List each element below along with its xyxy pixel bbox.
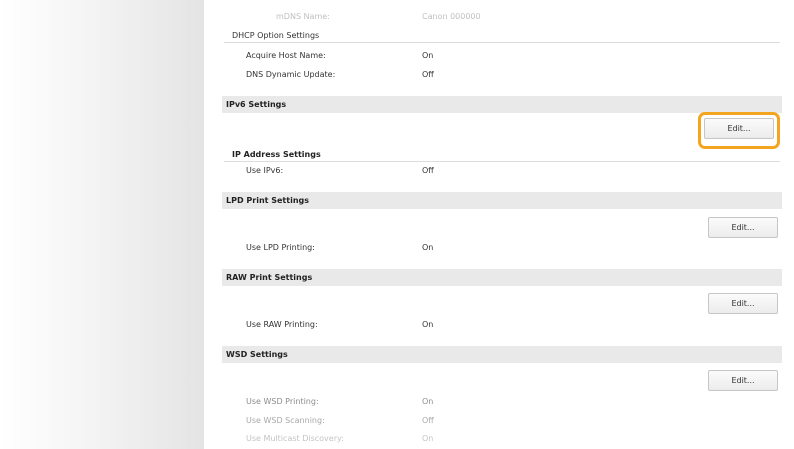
sidebar-panel — [0, 0, 204, 449]
use-raw-printing-value: On — [422, 320, 434, 329]
use-lpd-printing-value: On — [422, 243, 434, 252]
mdns-name-label: mDNS Name: — [276, 12, 330, 21]
acquire-host-name-value: On — [422, 51, 434, 60]
use-wsd-printing-label: Use WSD Printing: — [246, 397, 319, 406]
use-wsd-scanning-label: Use WSD Scanning: — [246, 416, 325, 425]
raw-print-settings-header: RAW Print Settings — [222, 269, 782, 286]
use-ipv6-label: Use IPv6: — [246, 166, 284, 175]
wsd-settings-header: WSD Settings — [222, 346, 782, 363]
use-wsd-printing-value: On — [422, 397, 434, 406]
dhcp-option-heading: DHCP Option Settings — [224, 29, 780, 43]
dns-dynamic-update-label: DNS Dynamic Update: — [246, 70, 336, 79]
ipv6-settings-header: IPv6 Settings — [222, 96, 782, 113]
raw-edit-button[interactable]: Edit... — [708, 293, 778, 314]
wsd-edit-button[interactable]: Edit... — [708, 370, 778, 391]
ipv6-edit-button[interactable]: Edit... — [704, 118, 774, 139]
dns-dynamic-update-value: Off — [422, 70, 434, 79]
lpd-print-settings-header: LPD Print Settings — [222, 192, 782, 209]
use-wsd-scanning-value: Off — [422, 416, 434, 425]
ip-address-settings-heading: IP Address Settings — [224, 148, 780, 162]
mdns-name-value: Canon 000000 — [422, 12, 481, 21]
use-ipv6-value: Off — [422, 166, 434, 175]
lpd-edit-button[interactable]: Edit... — [708, 217, 778, 238]
settings-main-panel: mDNS Name: Canon 000000 DHCP Option Sett… — [222, 0, 782, 449]
use-raw-printing-label: Use RAW Printing: — [246, 320, 318, 329]
use-multicast-discovery-value: On — [422, 434, 434, 443]
use-lpd-printing-label: Use LPD Printing: — [246, 243, 315, 252]
use-multicast-discovery-label: Use Multicast Discovery: — [246, 434, 344, 443]
acquire-host-name-label: Acquire Host Name: — [246, 51, 326, 60]
